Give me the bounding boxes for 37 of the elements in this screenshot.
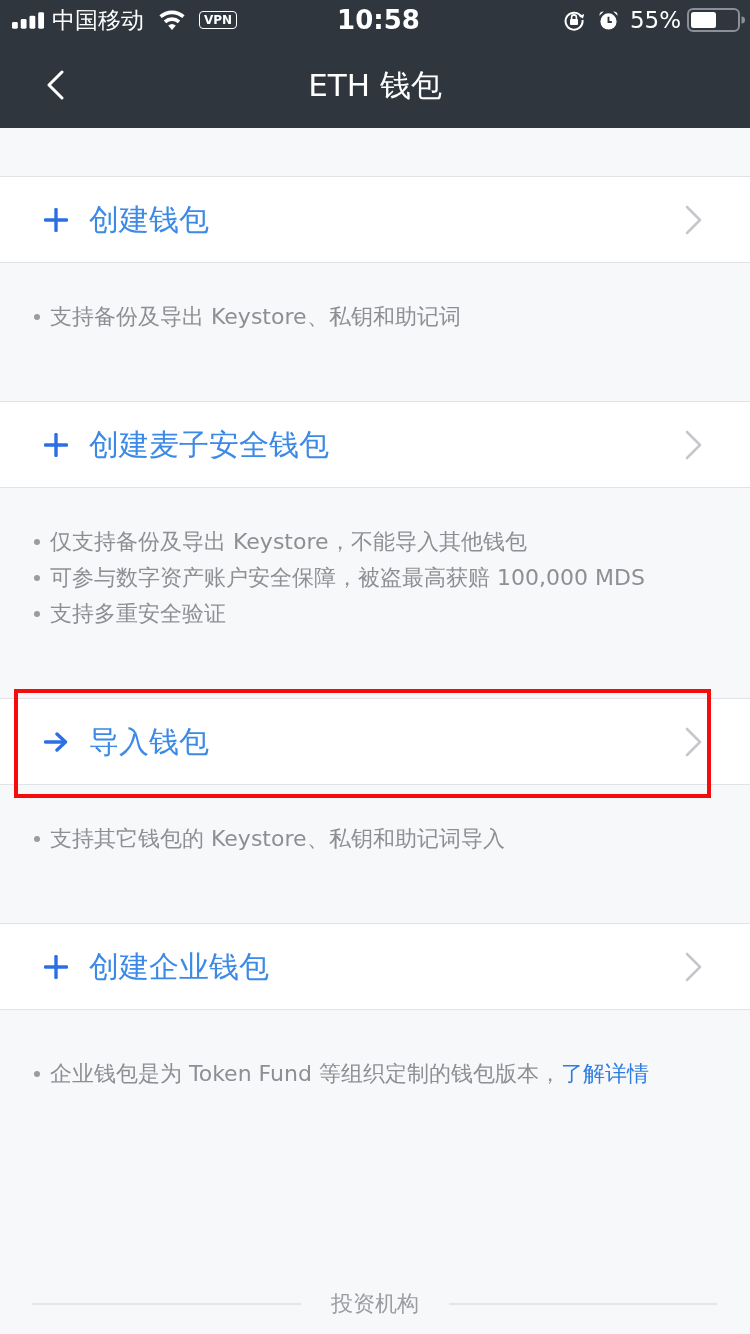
vpn-badge: VPN <box>199 11 238 29</box>
wallet-option[interactable]: 创建钱包 <box>0 176 750 263</box>
arrow-right-icon <box>44 731 68 752</box>
battery-percent: 55% <box>629 6 681 34</box>
carrier-name: 中国移动 <box>52 6 144 34</box>
learn-more-link[interactable]: 了解详情 <box>560 1061 649 1086</box>
clock-time: 10:58 <box>337 5 420 35</box>
chevron-right-icon <box>685 951 703 982</box>
note-text: 仅支持备份及导出 Keystore，不能导入其他钱包 <box>50 528 527 556</box>
bullet-icon <box>34 539 40 545</box>
note-text: 支持其它钱包的 Keystore、私钥和助记词导入 <box>50 825 505 853</box>
back-icon[interactable] <box>46 70 64 100</box>
chevron-right-icon <box>685 204 703 235</box>
note-text: 可参与数字资产账户安全保障，被盗最高获赔 100,000 MDS <box>50 564 645 592</box>
wallet-option[interactable]: 导入钱包 <box>0 698 750 785</box>
note-text: 支持多重安全验证 <box>50 600 226 628</box>
wifi-icon <box>158 10 186 30</box>
plus-icon <box>44 954 68 979</box>
bullet-icon <box>34 575 40 581</box>
plus-icon <box>44 207 68 232</box>
section-label: 投资机构 <box>330 1290 419 1318</box>
chevron-right-icon <box>685 726 703 757</box>
plus-icon <box>44 432 68 457</box>
note-text: 企业钱包是为 Token Fund 等组织定制的钱包版本，了解详情 <box>50 1060 649 1088</box>
signal-icon <box>12 11 45 29</box>
bullet-icon <box>34 836 40 842</box>
wallet-option[interactable]: 创建麦子安全钱包 <box>0 401 750 488</box>
note-text: 支持备份及导出 Keystore、私钥和助记词 <box>50 303 461 331</box>
bullet-icon <box>34 611 40 617</box>
chevron-right-icon <box>685 429 703 460</box>
rotation-lock-icon <box>562 9 585 31</box>
page-title: ETH 钱包 <box>308 66 442 105</box>
bullet-icon <box>34 1071 40 1077</box>
wallet-option[interactable]: 创建企业钱包 <box>0 923 750 1010</box>
alarm-clock-icon <box>597 9 619 31</box>
battery-icon <box>687 8 745 32</box>
bullet-icon <box>34 314 40 320</box>
